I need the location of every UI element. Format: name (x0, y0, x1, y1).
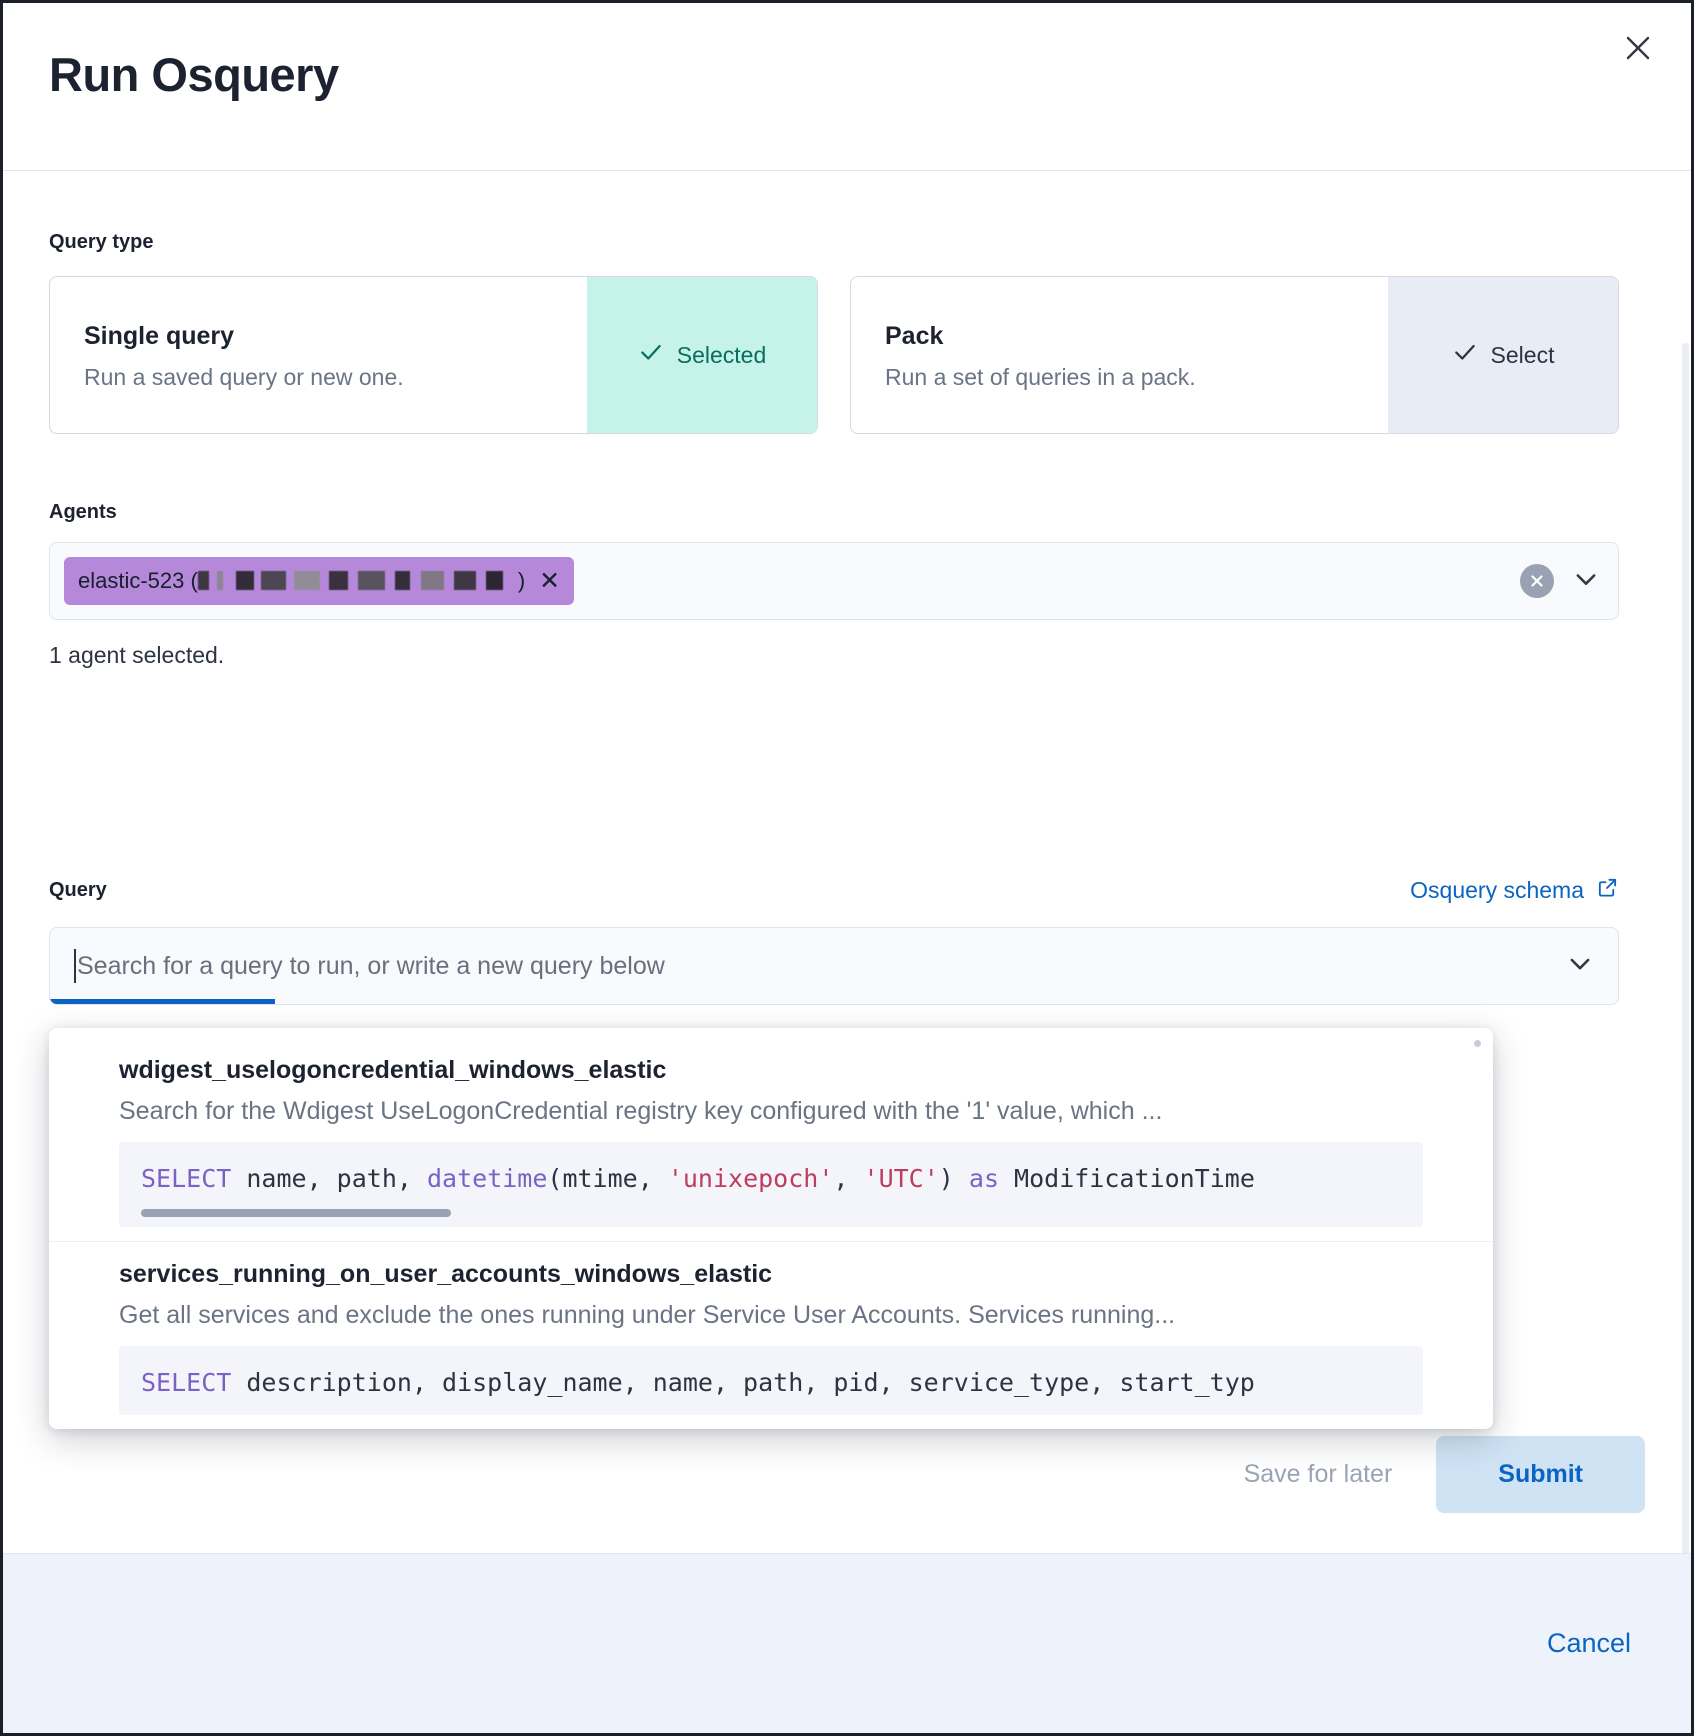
query-type-pack-action-label: Select (1491, 342, 1555, 369)
modal-header: Run Osquery (3, 3, 1691, 171)
agents-combobox[interactable]: elastic-523 () ✕ (49, 542, 1619, 620)
query-type-card-single-query[interactable]: Single query Run a saved query or new on… (49, 276, 818, 434)
query-type-label: Query type (49, 231, 1619, 254)
external-link-icon (1596, 876, 1619, 905)
agents-label: Agents (49, 501, 1619, 524)
agents-combobox-controls (1520, 564, 1600, 598)
query-type-pack-text: Pack Run a set of queries in a pack. (851, 277, 1388, 433)
save-for-later-button[interactable]: Save for later (1200, 1436, 1437, 1513)
query-type-single-description: Run a saved query or new one. (84, 364, 587, 391)
query-section: Query Osquery schema Search for a query … (49, 876, 1619, 1005)
cancel-button[interactable]: Cancel (1533, 1618, 1645, 1669)
osquery-schema-link[interactable]: Osquery schema (1410, 876, 1619, 905)
suggestion-code: SELECT description, display_name, name, … (119, 1346, 1423, 1415)
dropdown-scrollbar[interactable] (1474, 1040, 1481, 1047)
page-scrollbar[interactable] (1682, 343, 1689, 1683)
suggestion-code: SELECT name, path, datetime(mtime, 'unix… (119, 1142, 1423, 1227)
suggestion-description: Search for the Wdigest UseLogonCredentia… (119, 1097, 1423, 1126)
agents-helper-text: 1 agent selected. (49, 642, 1619, 669)
query-type-single-name: Single query (84, 321, 587, 352)
query-type-single-action-label: Selected (677, 342, 767, 369)
query-search-input[interactable]: Search for a query to run, or write a ne… (49, 927, 1619, 1005)
close-icon[interactable] (1613, 23, 1663, 73)
query-search-placeholder: Search for a query to run, or write a ne… (77, 952, 665, 981)
list-item[interactable]: wdigest_uselogoncredential_windows_elast… (49, 1038, 1493, 1241)
page-title: Run Osquery (49, 47, 339, 102)
form-actions: Save for later Submit (1200, 1436, 1645, 1513)
check-icon (1452, 339, 1478, 371)
redacted-agent-id (198, 571, 518, 590)
modal-footer: Cancel (3, 1553, 1691, 1733)
list-item[interactable]: services_running_on_user_accounts_window… (49, 1241, 1493, 1429)
query-type-card-pack[interactable]: Pack Run a set of queries in a pack. Sel… (850, 276, 1619, 434)
submit-button[interactable]: Submit (1436, 1436, 1645, 1513)
query-type-single-text: Single query Run a saved query or new on… (50, 277, 587, 433)
modal-body: Query type Single query Run a saved quer… (3, 171, 1691, 1556)
query-type-pack-action[interactable]: Select (1388, 277, 1618, 433)
query-type-pack-name: Pack (885, 321, 1388, 352)
suggestion-title: services_running_on_user_accounts_window… (119, 1260, 1423, 1289)
suggestion-title: wdigest_uselogoncredential_windows_elast… (119, 1056, 1423, 1085)
run-osquery-modal: Run Osquery Query type Single query Run … (0, 0, 1694, 1736)
query-type-section: Query type Single query Run a saved quer… (49, 231, 1619, 434)
query-type-pack-description: Run a set of queries in a pack. (885, 364, 1388, 391)
remove-agent-icon[interactable]: ✕ (539, 569, 560, 594)
suggestion-description: Get all services and exclude the ones ru… (119, 1301, 1423, 1330)
check-icon (638, 339, 664, 371)
agent-pill-label: elastic-523 () (78, 568, 525, 594)
code-scrollbar[interactable] (141, 1209, 451, 1217)
text-caret (74, 949, 76, 983)
chevron-down-icon[interactable] (1566, 950, 1594, 983)
query-suggestions-dropdown: wdigest_uselogoncredential_windows_elast… (49, 1028, 1493, 1429)
agent-pill[interactable]: elastic-523 () ✕ (64, 557, 574, 605)
agents-section: Agents elastic-523 () ✕ 1 agent selected… (49, 501, 1619, 669)
chevron-down-icon[interactable] (1572, 565, 1600, 598)
query-type-single-action[interactable]: Selected (587, 277, 817, 433)
osquery-schema-link-label: Osquery schema (1410, 877, 1584, 904)
query-label: Query (49, 879, 107, 902)
clear-icon[interactable] (1520, 564, 1554, 598)
